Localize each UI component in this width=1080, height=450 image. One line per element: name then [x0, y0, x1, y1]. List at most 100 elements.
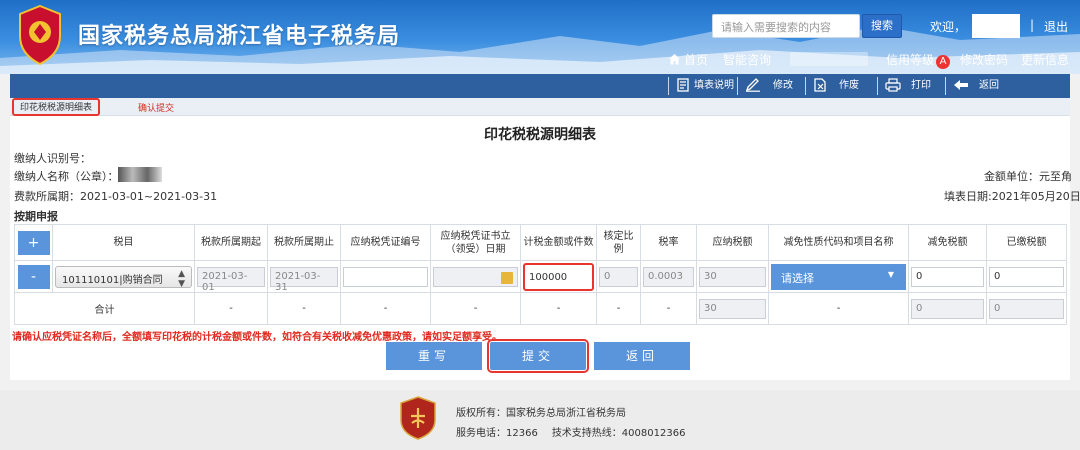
- rate-field: 0.0003: [643, 266, 694, 287]
- toolbar-back-label: 返回: [979, 80, 999, 91]
- tab-stamp-tax-detail[interactable]: 印花税税源明细表: [12, 98, 100, 116]
- section-label: 按期申报: [14, 210, 58, 223]
- void-button[interactable]: 作废: [813, 76, 859, 96]
- separator: |: [1030, 18, 1035, 32]
- fee-period: 费款所属期：2021-03-01~2021-03-31: [14, 188, 217, 204]
- amount-input[interactable]: 100000: [523, 262, 594, 291]
- toolbar-divider: [945, 77, 946, 95]
- nav-credit-label: 信用等级: [886, 53, 935, 67]
- fill-date-value: 2021年05月20日: [991, 190, 1080, 203]
- print-button[interactable]: 打印: [885, 76, 931, 96]
- total-cell: -: [520, 292, 597, 325]
- total-cell: -: [640, 292, 697, 325]
- relief-code-select[interactable]: 请选择 ▼: [771, 263, 906, 290]
- fill-date-label: 填表日期:: [944, 190, 992, 203]
- relief-amount-cell: 0: [908, 260, 987, 293]
- nav-smart-consult[interactable]: 智能咨询: [723, 51, 771, 68]
- period-value: 2021-03-01~2021-03-31: [80, 190, 218, 203]
- edit-button[interactable]: 修改: [745, 76, 793, 96]
- brand-title: 国家税务总局浙江省电子税务局: [78, 24, 401, 49]
- header-voucher-date: 应纳税凭证书立（领受）日期: [430, 224, 521, 261]
- nav-home[interactable]: 首页: [668, 51, 708, 68]
- unit-label: 金额单位：: [984, 170, 1039, 183]
- relief-code-value: 请选择: [781, 271, 814, 285]
- reset-button[interactable]: 重写: [386, 342, 482, 370]
- paid-input[interactable]: 0: [989, 266, 1064, 287]
- void-document-icon: [814, 78, 826, 92]
- tax-item-select[interactable]: 101110101|购销合同 ▲ ▼: [55, 265, 192, 289]
- logout-link[interactable]: 退出: [1044, 18, 1068, 35]
- remove-row-cell: -: [14, 260, 53, 293]
- nav-home-label: 首页: [684, 53, 709, 67]
- fill-date: 填表日期:2021年05月20日: [944, 188, 1080, 204]
- total-cell: -: [430, 292, 521, 325]
- voucher-no-input[interactable]: [343, 266, 428, 287]
- tax-source-table: + 税目 税款所属期起 税款所属期止 应纳税凭证编号 应纳税凭证书立（领受）日期…: [14, 224, 1067, 325]
- back-button[interactable]: 返回: [594, 342, 690, 370]
- toolbar-divider: [668, 77, 669, 95]
- tax-emblem-logo-icon: [19, 4, 61, 66]
- credit-badge: A: [936, 55, 951, 69]
- table-row: - 101110101|购销合同 ▲ ▼ 2021-03-01 2021-03-31…: [14, 260, 1067, 293]
- voucher-date-input[interactable]: [433, 266, 518, 287]
- step-tabs: 印花税税源明细表 确认提交: [10, 98, 1070, 116]
- tax-item-cell: 101110101|购销合同 ▲ ▼: [52, 260, 195, 293]
- nav-update-info[interactable]: 更新信息: [1021, 51, 1069, 68]
- tab-confirm-submit[interactable]: 确认提交: [138, 101, 174, 114]
- period-start-cell: 2021-03-01: [194, 260, 268, 293]
- welcome-text: 欢迎，: [930, 20, 967, 34]
- toolbar-divider: [805, 77, 806, 95]
- unit-value: 元至角: [1039, 170, 1072, 183]
- taxpayer-name-label: 缴纳人名称（公章）：: [14, 170, 119, 183]
- total-cell: -: [340, 292, 431, 325]
- table-header-row: + 税目 税款所属期起 税款所属期止 应纳税凭证编号 应纳税凭证书立（领受）日期…: [14, 224, 1067, 261]
- void-label: 作废: [839, 80, 859, 91]
- print-label: 打印: [911, 80, 931, 91]
- taxpayer-name-redacted: [118, 167, 162, 182]
- footer-contact: 服务电话：12366 技术支持热线：4008012366: [456, 424, 685, 439]
- search-input[interactable]: 请输入需要搜索的内容: [712, 14, 860, 38]
- footer-copyright: 版权所有：国家税务总局浙江省税务局: [456, 408, 626, 419]
- site-footer: 版权所有：国家税务总局浙江省税务局 服务电话：12366 技术支持热线：40080…: [0, 390, 1080, 450]
- site-header: 国家税务总局浙江省电子税务局 请输入需要搜索的内容 搜索 欢迎， | 退出 首页…: [0, 0, 1080, 74]
- relief-amount-input[interactable]: 0: [911, 266, 984, 287]
- header-relief-code: 减免性质代码和项目名称: [768, 224, 909, 261]
- amount-unit: 金额单位：元至角: [984, 168, 1072, 184]
- relief-code-cell: 请选择 ▼: [768, 260, 909, 293]
- total-paid-cell: 0: [986, 292, 1067, 325]
- back-arrow-icon: [954, 80, 968, 90]
- add-row-cell: +: [14, 224, 53, 261]
- toolbar-back-button[interactable]: 返回: [953, 76, 999, 96]
- search-button[interactable]: 搜索: [862, 14, 902, 38]
- header-rate: 税率: [640, 224, 697, 261]
- form-title: 印花税税源明细表: [484, 127, 596, 143]
- add-row-button[interactable]: +: [17, 230, 50, 255]
- payable-field: 30: [699, 266, 766, 287]
- ratio-cell: 0: [596, 260, 641, 293]
- calendar-icon[interactable]: [501, 271, 513, 284]
- total-label: 合计: [14, 292, 195, 325]
- footer-support: 技术支持热线：4008012366: [551, 428, 686, 439]
- paid-cell: 0: [986, 260, 1067, 293]
- total-cell: -: [267, 292, 341, 325]
- total-paid-field: 0: [989, 298, 1064, 319]
- tax-item-value: 101110101|购销合同: [62, 274, 163, 286]
- fill-guide-label: 填表说明: [694, 80, 734, 91]
- total-payable-cell: 30: [696, 292, 769, 325]
- nav-credit-level[interactable]: 信用等级 A: [886, 51, 951, 69]
- form-content: 印花税税源明细表 缴纳人识别号： 缴纳人名称（公章）： 金额单位：元至角 费款所…: [10, 116, 1080, 380]
- total-cell: -: [768, 292, 909, 325]
- rate-cell: 0.0003: [640, 260, 697, 293]
- select-arrows-icon: ▲ ▼: [178, 268, 185, 289]
- document-icon: [677, 78, 689, 92]
- payable-cell: 30: [696, 260, 769, 293]
- page: 国家税务总局浙江省电子税务局 请输入需要搜索的内容 搜索 欢迎， | 退出 首页…: [0, 0, 1080, 450]
- total-cell: -: [596, 292, 641, 325]
- remove-row-button[interactable]: -: [17, 264, 50, 289]
- tax-emblem-footer-icon: [400, 396, 436, 440]
- taxpayer-id-label: 缴纳人识别号：: [14, 152, 91, 165]
- submit-button[interactable]: 提交: [487, 339, 589, 373]
- total-relief-field: 0: [911, 298, 984, 319]
- fill-guide-button[interactable]: 填表说明: [676, 76, 734, 96]
- nav-change-password[interactable]: 修改密码: [960, 51, 1008, 68]
